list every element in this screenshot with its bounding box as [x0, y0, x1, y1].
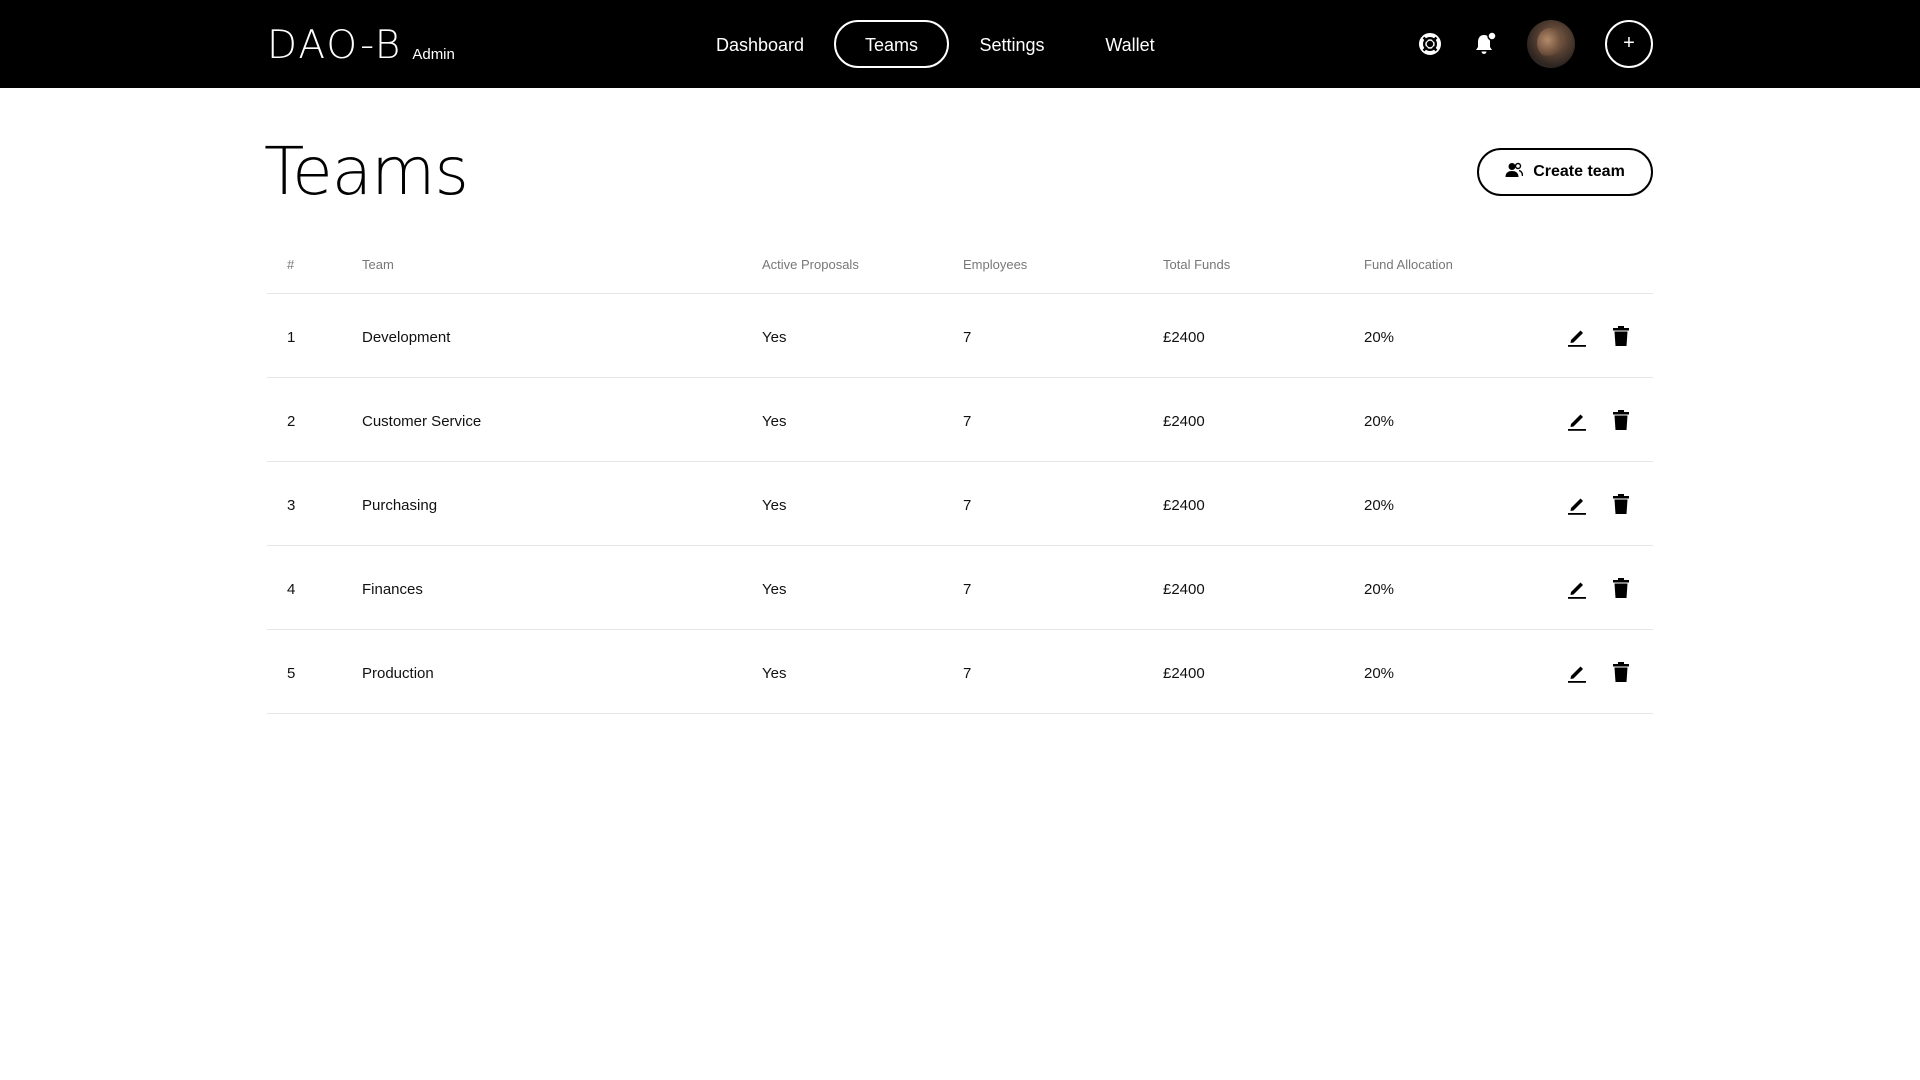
team-name: Customer Service	[362, 413, 482, 430]
nav-wallet[interactable]: Wallet	[1088, 20, 1172, 68]
trash-icon[interactable]	[1610, 493, 1632, 515]
col-active-proposals[interactable]: Active Proposals	[762, 257, 859, 272]
create-team-button[interactable]: Create team	[1477, 148, 1653, 196]
active-proposals: Yes	[762, 581, 787, 598]
total-funds: £2400	[1163, 581, 1205, 598]
avatar[interactable]	[1527, 20, 1575, 68]
row-number: 2	[287, 413, 296, 430]
row-number: 1	[287, 329, 296, 346]
edit-icon[interactable]	[1566, 661, 1588, 683]
team-name: Finances	[362, 581, 423, 598]
nav-teams[interactable]: Teams	[834, 20, 949, 68]
employees: 7	[963, 413, 972, 430]
fund-allocation: 20%	[1364, 413, 1395, 430]
col-fund-allocation[interactable]: Fund Allocation	[1364, 257, 1453, 272]
logo: DAO-B	[267, 23, 403, 68]
total-funds: £2400	[1163, 665, 1205, 682]
brand[interactable]: DAO-B Admin	[267, 22, 455, 66]
table-row[interactable]: 4 Finances Yes 7 £2400 20%	[267, 546, 1653, 630]
nav-dashboard[interactable]: Dashboard	[700, 20, 820, 68]
table-row[interactable]: 3 Purchasing Yes 7 £2400 20%	[267, 462, 1653, 546]
col-number[interactable]: #	[287, 257, 294, 272]
total-funds: £2400	[1163, 329, 1205, 346]
employees: 7	[963, 329, 972, 346]
avatar-photo	[1537, 28, 1563, 58]
employees: 7	[963, 665, 972, 682]
edit-icon[interactable]	[1566, 325, 1588, 347]
page-title: Teams	[264, 133, 469, 210]
col-employees[interactable]: Employees	[963, 257, 1027, 272]
active-proposals: Yes	[762, 497, 787, 514]
active-proposals: Yes	[762, 413, 787, 430]
role-label: Admin	[412, 46, 455, 63]
total-funds: £2400	[1163, 497, 1205, 514]
edit-icon[interactable]	[1566, 409, 1588, 431]
col-team[interactable]: Team	[362, 257, 394, 272]
fund-allocation: 20%	[1364, 581, 1395, 598]
edit-icon[interactable]	[1566, 577, 1588, 599]
fund-allocation: 20%	[1364, 329, 1395, 346]
team-name: Development	[362, 329, 451, 346]
add-button[interactable]: +	[1605, 20, 1653, 68]
team-name: Purchasing	[362, 497, 438, 514]
employees: 7	[963, 497, 972, 514]
table-header: # Team Active Proposals Employees Total …	[267, 240, 1653, 294]
row-number: 3	[287, 497, 296, 514]
trash-icon[interactable]	[1610, 409, 1632, 431]
trash-icon[interactable]	[1610, 577, 1632, 599]
row-number: 5	[287, 665, 296, 682]
fund-allocation: 20%	[1364, 497, 1395, 514]
bell-icon[interactable]	[1472, 31, 1498, 57]
trash-icon[interactable]	[1610, 325, 1632, 347]
top-nav-bar: DAO-B Admin Dashboard Teams Settings Wal…	[0, 0, 1920, 88]
active-proposals: Yes	[762, 329, 787, 346]
row-number: 4	[287, 581, 296, 598]
col-total-funds[interactable]: Total Funds	[1163, 257, 1230, 272]
active-proposals: Yes	[762, 665, 787, 682]
total-funds: £2400	[1163, 413, 1205, 430]
team-name: Production	[362, 665, 434, 682]
fund-allocation: 20%	[1364, 665, 1395, 682]
add-user-icon	[1505, 161, 1524, 184]
employees: 7	[963, 581, 972, 598]
teams-table: # Team Active Proposals Employees Total …	[267, 240, 1653, 714]
nav-settings[interactable]: Settings	[964, 20, 1060, 68]
table-row[interactable]: 1 Development Yes 7 £2400 20%	[267, 294, 1653, 378]
table-row[interactable]: 5 Production Yes 7 £2400 20%	[267, 630, 1653, 714]
edit-icon[interactable]	[1566, 493, 1588, 515]
trash-icon[interactable]	[1610, 661, 1632, 683]
table-row[interactable]: 2 Customer Service Yes 7 £2400 20%	[267, 378, 1653, 462]
create-team-label: Create team	[1533, 163, 1625, 180]
lifebuoy-icon[interactable]	[1419, 33, 1441, 55]
